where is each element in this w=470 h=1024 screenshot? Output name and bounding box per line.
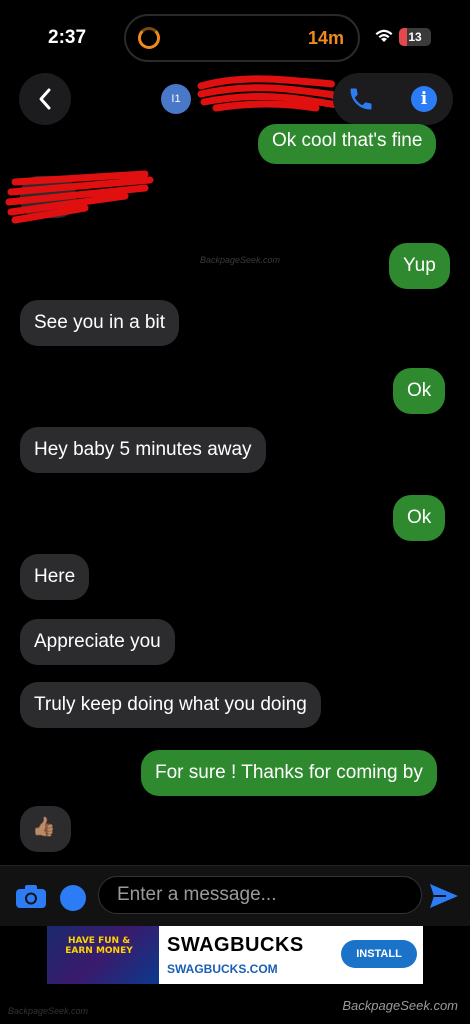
message-received[interactable]: Appreciate you xyxy=(20,619,175,665)
watermark-right: BackpageSeek.com xyxy=(342,998,458,1013)
avatar[interactable]: I1 xyxy=(161,84,191,114)
message-sent[interactable]: Ok xyxy=(393,495,446,541)
info-icon[interactable]: i xyxy=(411,86,437,112)
timer-ring-icon xyxy=(138,27,160,49)
message-input[interactable] xyxy=(98,876,422,914)
message-received[interactable]: See you in a bit xyxy=(20,300,179,346)
battery-level: 13 xyxy=(408,30,422,44)
message-sent[interactable]: Yup xyxy=(389,243,450,289)
camera-icon[interactable] xyxy=(15,883,47,909)
ad-banner[interactable]: HAVE FUN & EARN MONEY SWAGBUCKS SWAGBUCK… xyxy=(47,926,423,984)
redaction-scribble xyxy=(197,75,336,112)
status-time: 2:37 xyxy=(48,27,87,48)
message-received[interactable]: Truly keep doing what you doing xyxy=(20,682,321,728)
message-sent[interactable]: For sure ! Thanks for coming by xyxy=(141,750,437,796)
watermark-left: BackpageSeek.com xyxy=(8,1006,89,1016)
composer-bar xyxy=(0,866,470,926)
header-actions: i xyxy=(333,73,453,125)
ad-url[interactable]: SWAGBUCKS.COM xyxy=(167,962,278,976)
message-received[interactable]: Hey baby 5 minutes away xyxy=(20,427,266,473)
ad-install-button[interactable]: INSTALL xyxy=(341,940,417,968)
dynamic-island[interactable]: 14m xyxy=(124,14,360,62)
message-sent[interactable]: Ok cool that's fine xyxy=(258,124,437,164)
message-received[interactable]: Here xyxy=(20,554,90,600)
ad-image[interactable]: HAVE FUN & EARN MONEY xyxy=(47,926,159,984)
chevron-left-icon xyxy=(39,88,51,110)
message-received-reaction[interactable]: 👍🏽 xyxy=(20,806,71,852)
watermark: BackpageSeek.com xyxy=(200,255,281,265)
wifi-icon xyxy=(375,29,393,42)
phone-icon[interactable] xyxy=(347,85,375,113)
message-sent[interactable]: Ok xyxy=(393,368,446,414)
emoji-icon[interactable] xyxy=(60,885,86,911)
battery-indicator: 13 xyxy=(399,28,431,46)
activity-time: 14m xyxy=(307,28,344,48)
redaction-scribble xyxy=(5,170,154,224)
send-icon[interactable] xyxy=(428,882,460,910)
ad-title[interactable]: SWAGBUCKS xyxy=(167,934,304,957)
back-button[interactable] xyxy=(19,73,71,125)
ad-image-text: HAVE FUN & EARN MONEY xyxy=(65,936,133,956)
